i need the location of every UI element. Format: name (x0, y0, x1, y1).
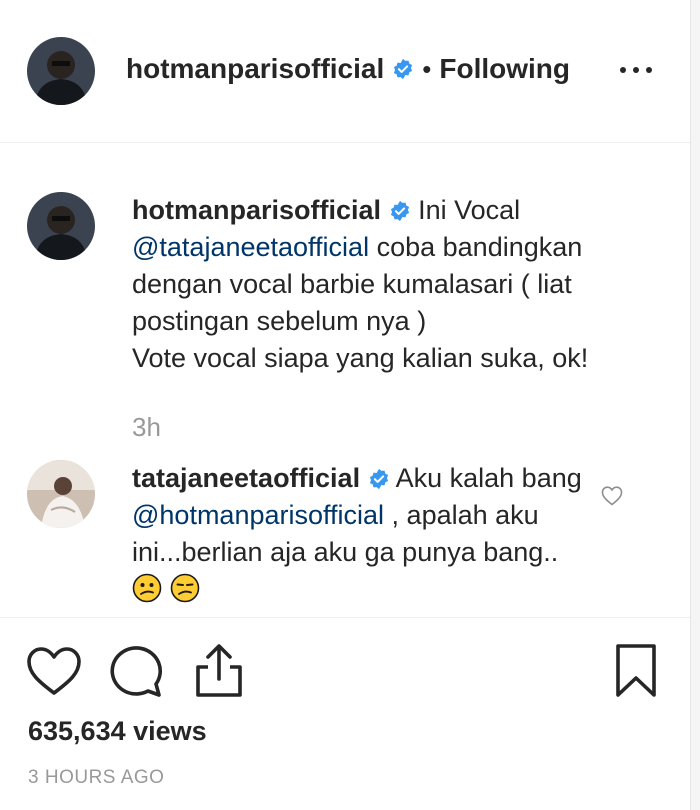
verified-badge-icon (390, 200, 409, 222)
confused-face-icon (170, 573, 199, 603)
scrollbar-track[interactable] (690, 0, 700, 810)
username-link[interactable]: hotmanparisofficial (126, 53, 384, 85)
verified-badge-icon (394, 58, 413, 80)
comments-section: hotmanparisofficial Ini Vocal @tatajanee… (0, 144, 690, 618)
comment-text: Vote vocal siapa yang kalian suka, ok! (132, 343, 589, 373)
share-icon[interactable] (194, 643, 244, 699)
following-button[interactable]: Following (439, 53, 570, 85)
verified-badge-icon (369, 468, 388, 490)
comment-text: Aku kalah bang (395, 463, 582, 493)
mention-link[interactable]: @hotmanparisofficial (132, 500, 384, 530)
like-comment-heart-icon[interactable] (600, 484, 624, 508)
post-header: hotmanparisofficial • Following (0, 0, 690, 143)
comment-icon[interactable] (108, 644, 164, 700)
avatar[interactable] (27, 37, 95, 105)
post-actions: 635,634 views 3 HOURS AGO (0, 619, 690, 810)
comment-username[interactable]: hotmanparisofficial (132, 195, 381, 225)
bookmark-icon[interactable] (614, 643, 658, 699)
avatar[interactable] (27, 192, 95, 260)
comment-username[interactable]: tatajaneetaofficial (132, 463, 360, 493)
avatar[interactable] (27, 460, 95, 528)
comment-text: Ini Vocal (418, 195, 521, 225)
heart-icon[interactable] (26, 645, 82, 697)
more-horizontal-icon[interactable] (620, 60, 660, 80)
separator-dot: • (422, 53, 432, 84)
mention-link[interactable]: @tatajaneetaofficial (132, 232, 369, 262)
comment-body: hotmanparisofficial Ini Vocal @tatajanee… (132, 192, 632, 377)
comment-timestamp[interactable]: 3h (132, 412, 161, 443)
post-timestamp[interactable]: 3 HOURS AGO (28, 767, 164, 789)
comment-body: tatajaneetaofficial Aku kalah bang @hotm… (132, 460, 592, 608)
confused-face-icon (132, 573, 162, 603)
view-count[interactable]: 635,634 views (28, 716, 207, 747)
